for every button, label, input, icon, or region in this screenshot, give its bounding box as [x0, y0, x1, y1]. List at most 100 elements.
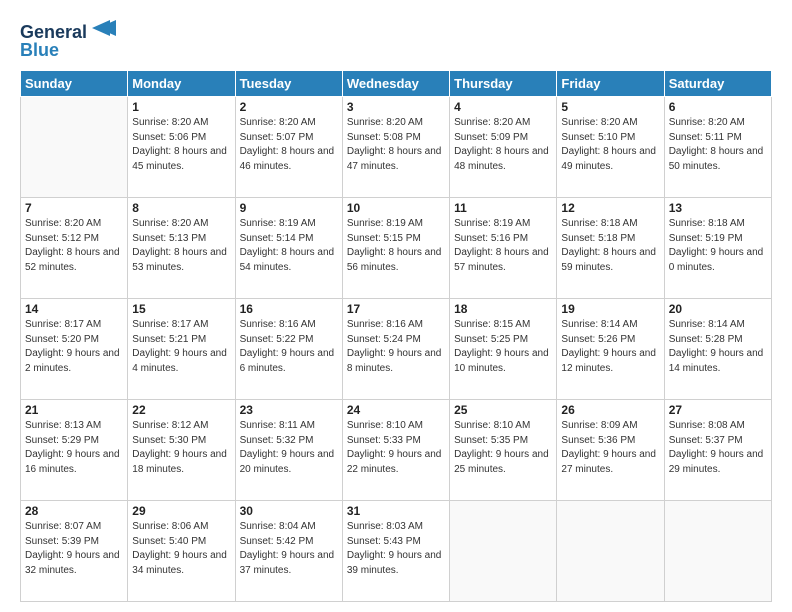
- day-number: 11: [454, 201, 552, 215]
- day-info: Sunrise: 8:16 AMSunset: 5:22 PMDaylight:…: [240, 318, 338, 376]
- day-info: Sunrise: 8:19 AMSunset: 5:16 PMDaylight:…: [454, 217, 552, 275]
- day-info: Sunrise: 8:20 AMSunset: 5:09 PMDaylight:…: [454, 116, 552, 174]
- day-info: Sunrise: 8:19 AMSunset: 5:15 PMDaylight:…: [347, 217, 445, 275]
- day-info: Sunrise: 8:20 AMSunset: 5:12 PMDaylight:…: [25, 217, 123, 275]
- day-info: Sunrise: 8:03 AMSunset: 5:43 PMDaylight:…: [347, 520, 445, 578]
- week-row-3: 14 Sunrise: 8:17 AMSunset: 5:20 PMDayligh…: [21, 299, 772, 400]
- week-row-2: 7 Sunrise: 8:20 AMSunset: 5:12 PMDaylight…: [21, 198, 772, 299]
- calendar-cell: 21 Sunrise: 8:13 AMSunset: 5:29 PMDayligh…: [21, 400, 128, 501]
- day-info: Sunrise: 8:13 AMSunset: 5:29 PMDaylight:…: [25, 419, 123, 477]
- calendar-cell: 19 Sunrise: 8:14 AMSunset: 5:26 PMDayligh…: [557, 299, 664, 400]
- day-number: 30: [240, 504, 338, 518]
- day-number: 7: [25, 201, 123, 215]
- weekday-header-row: SundayMondayTuesdayWednesdayThursdayFrid…: [21, 71, 772, 97]
- day-info: Sunrise: 8:09 AMSunset: 5:36 PMDaylight:…: [561, 419, 659, 477]
- day-number: 3: [347, 100, 445, 114]
- day-info: Sunrise: 8:20 AMSunset: 5:13 PMDaylight:…: [132, 217, 230, 275]
- day-info: Sunrise: 8:17 AMSunset: 5:21 PMDaylight:…: [132, 318, 230, 376]
- day-number: 31: [347, 504, 445, 518]
- day-number: 18: [454, 302, 552, 316]
- calendar-cell: 7 Sunrise: 8:20 AMSunset: 5:12 PMDaylight…: [21, 198, 128, 299]
- day-info: Sunrise: 8:15 AMSunset: 5:25 PMDaylight:…: [454, 318, 552, 376]
- day-info: Sunrise: 8:10 AMSunset: 5:35 PMDaylight:…: [454, 419, 552, 477]
- day-info: Sunrise: 8:10 AMSunset: 5:33 PMDaylight:…: [347, 419, 445, 477]
- header: General Blue: [20, 18, 772, 62]
- day-info: Sunrise: 8:20 AMSunset: 5:06 PMDaylight:…: [132, 116, 230, 174]
- day-info: Sunrise: 8:18 AMSunset: 5:19 PMDaylight:…: [669, 217, 767, 275]
- calendar-cell: 16 Sunrise: 8:16 AMSunset: 5:22 PMDayligh…: [235, 299, 342, 400]
- day-number: 17: [347, 302, 445, 316]
- calendar-cell: 15 Sunrise: 8:17 AMSunset: 5:21 PMDayligh…: [128, 299, 235, 400]
- weekday-header-friday: Friday: [557, 71, 664, 97]
- calendar-cell: 2Sunrise: 8:20 AMSunset: 5:07 PMDaylight…: [235, 97, 342, 198]
- day-number: 28: [25, 504, 123, 518]
- day-number: 6: [669, 100, 767, 114]
- calendar-cell: 14 Sunrise: 8:17 AMSunset: 5:20 PMDayligh…: [21, 299, 128, 400]
- day-info: Sunrise: 8:14 AMSunset: 5:26 PMDaylight:…: [561, 318, 659, 376]
- calendar-cell: 20Sunrise: 8:14 AMSunset: 5:28 PMDayligh…: [664, 299, 771, 400]
- day-number: 29: [132, 504, 230, 518]
- day-info: Sunrise: 8:16 AMSunset: 5:24 PMDaylight:…: [347, 318, 445, 376]
- day-number: 1: [132, 100, 230, 114]
- day-number: 19: [561, 302, 659, 316]
- day-info: Sunrise: 8:12 AMSunset: 5:30 PMDaylight:…: [132, 419, 230, 477]
- calendar-cell: 25 Sunrise: 8:10 AMSunset: 5:35 PMDayligh…: [450, 400, 557, 501]
- calendar-cell: 1 Sunrise: 8:20 AMSunset: 5:06 PMDaylight…: [128, 97, 235, 198]
- calendar-cell: 3 Sunrise: 8:20 AMSunset: 5:08 PMDaylight…: [342, 97, 449, 198]
- day-number: 25: [454, 403, 552, 417]
- calendar-cell: 4 Sunrise: 8:20 AMSunset: 5:09 PMDaylight…: [450, 97, 557, 198]
- day-number: 16: [240, 302, 338, 316]
- day-number: 21: [25, 403, 123, 417]
- day-number: 24: [347, 403, 445, 417]
- calendar: SundayMondayTuesdayWednesdayThursdayFrid…: [20, 70, 772, 602]
- page: General Blue SundayMondayTuesdayWednesda…: [0, 0, 792, 612]
- day-info: Sunrise: 8:20 AMSunset: 5:11 PMDaylight:…: [669, 116, 767, 174]
- weekday-header-wednesday: Wednesday: [342, 71, 449, 97]
- logo-svg: General Blue: [20, 18, 130, 62]
- calendar-cell: 12 Sunrise: 8:18 AMSunset: 5:18 PMDayligh…: [557, 198, 664, 299]
- day-info: Sunrise: 8:11 AMSunset: 5:32 PMDaylight:…: [240, 419, 338, 477]
- day-number: 20: [669, 302, 767, 316]
- day-number: 26: [561, 403, 659, 417]
- week-row-5: 28Sunrise: 8:07 AMSunset: 5:39 PMDayligh…: [21, 501, 772, 602]
- weekday-header-sunday: Sunday: [21, 71, 128, 97]
- calendar-cell: 5Sunrise: 8:20 AMSunset: 5:10 PMDaylight…: [557, 97, 664, 198]
- day-number: 8: [132, 201, 230, 215]
- day-number: 27: [669, 403, 767, 417]
- calendar-cell: 13 Sunrise: 8:18 AMSunset: 5:19 PMDayligh…: [664, 198, 771, 299]
- calendar-cell: [450, 501, 557, 602]
- day-info: Sunrise: 8:17 AMSunset: 5:20 PMDaylight:…: [25, 318, 123, 376]
- calendar-cell: 11 Sunrise: 8:19 AMSunset: 5:16 PMDayligh…: [450, 198, 557, 299]
- weekday-header-tuesday: Tuesday: [235, 71, 342, 97]
- day-number: 23: [240, 403, 338, 417]
- day-info: Sunrise: 8:18 AMSunset: 5:18 PMDaylight:…: [561, 217, 659, 275]
- logo: General Blue: [20, 18, 130, 62]
- calendar-cell: 6 Sunrise: 8:20 AMSunset: 5:11 PMDaylight…: [664, 97, 771, 198]
- day-info: Sunrise: 8:08 AMSunset: 5:37 PMDaylight:…: [669, 419, 767, 477]
- day-number: 14: [25, 302, 123, 316]
- weekday-header-saturday: Saturday: [664, 71, 771, 97]
- weekday-header-monday: Monday: [128, 71, 235, 97]
- calendar-cell: [21, 97, 128, 198]
- day-info: Sunrise: 8:20 AMSunset: 5:08 PMDaylight:…: [347, 116, 445, 174]
- calendar-cell: 17 Sunrise: 8:16 AMSunset: 5:24 PMDayligh…: [342, 299, 449, 400]
- calendar-cell: 18 Sunrise: 8:15 AMSunset: 5:25 PMDayligh…: [450, 299, 557, 400]
- day-number: 15: [132, 302, 230, 316]
- day-number: 10: [347, 201, 445, 215]
- calendar-cell: 10 Sunrise: 8:19 AMSunset: 5:15 PMDayligh…: [342, 198, 449, 299]
- day-number: 5: [561, 100, 659, 114]
- day-number: 4: [454, 100, 552, 114]
- calendar-cell: [557, 501, 664, 602]
- day-number: 22: [132, 403, 230, 417]
- calendar-cell: 8 Sunrise: 8:20 AMSunset: 5:13 PMDaylight…: [128, 198, 235, 299]
- day-number: 13: [669, 201, 767, 215]
- svg-text:General: General: [20, 22, 87, 42]
- svg-text:Blue: Blue: [20, 40, 59, 60]
- calendar-cell: 30Sunrise: 8:04 AMSunset: 5:42 PMDayligh…: [235, 501, 342, 602]
- calendar-cell: 31 Sunrise: 8:03 AMSunset: 5:43 PMDayligh…: [342, 501, 449, 602]
- calendar-cell: 24 Sunrise: 8:10 AMSunset: 5:33 PMDayligh…: [342, 400, 449, 501]
- day-info: Sunrise: 8:19 AMSunset: 5:14 PMDaylight:…: [240, 217, 338, 275]
- calendar-cell: 27 Sunrise: 8:08 AMSunset: 5:37 PMDayligh…: [664, 400, 771, 501]
- calendar-cell: [664, 501, 771, 602]
- day-number: 12: [561, 201, 659, 215]
